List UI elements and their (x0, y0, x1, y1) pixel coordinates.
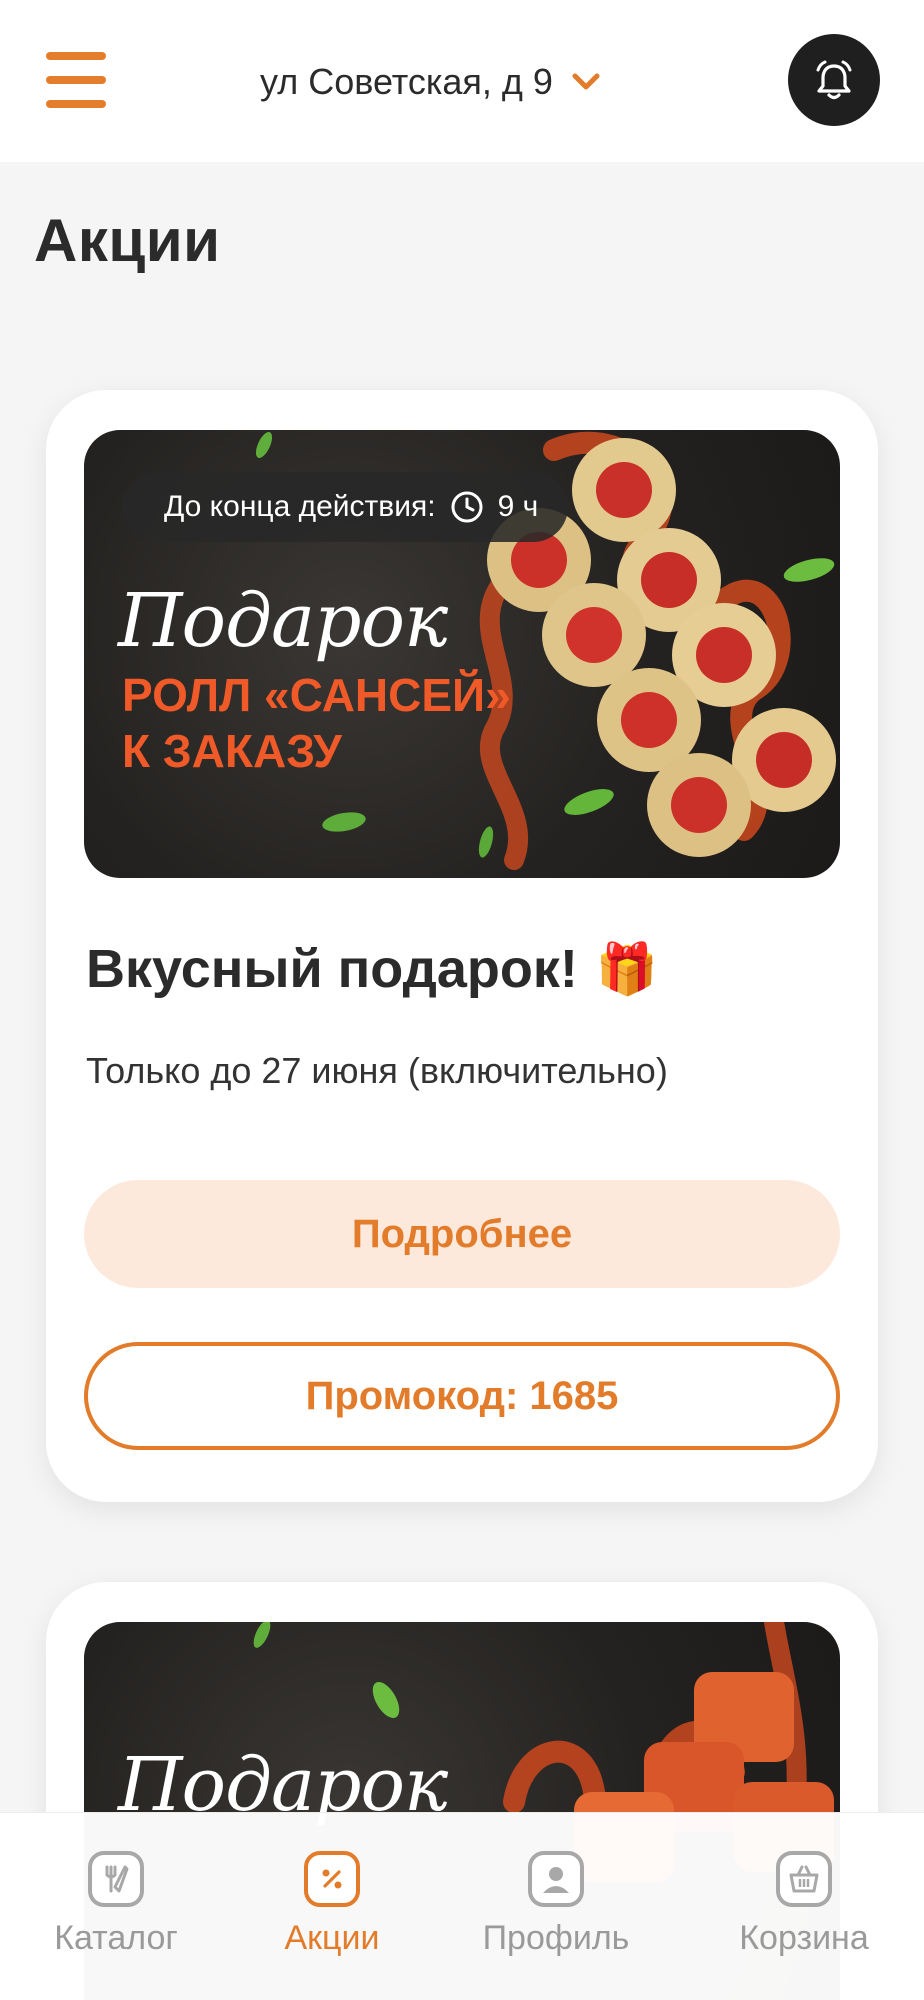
alarm-bell-icon (816, 60, 852, 100)
promo-card[interactable]: До конца действия: 9 ч Подарок РОЛЛ «САН… (46, 390, 878, 1502)
promo-code-button[interactable]: Промокод: 1685 (84, 1342, 840, 1450)
nav-label: Профиль (482, 1919, 630, 1957)
address-selector[interactable]: ул Советская, д 9 (260, 56, 601, 108)
menu-button[interactable] (46, 52, 106, 108)
address-text: ул Советская, д 9 (260, 61, 553, 102)
gift-icon: 🎁 (595, 939, 659, 998)
nav-item-cart[interactable]: Корзина (704, 1851, 904, 1981)
chevron-down-icon (572, 73, 600, 90)
notifications-button[interactable] (788, 34, 880, 126)
percent-icon (304, 1851, 360, 1907)
nav-item-promos[interactable]: Акции (232, 1851, 432, 1981)
promo-banner-image[interactable]: До конца действия: 9 ч Подарок РОЛЛ «САН… (84, 430, 840, 878)
banner-script-text: Подарок (118, 578, 448, 664)
user-icon (528, 1851, 584, 1907)
nav-label: Каталог (54, 1919, 178, 1957)
promo-title-text: Вкусный подарок! (86, 939, 578, 999)
promo-title: Вкусный подарок! 🎁 (86, 938, 658, 1000)
app-header: ул Советская, д 9 (0, 0, 924, 162)
hamburger-icon-bar (46, 100, 106, 108)
banner-headline: К ЗАКАЗУ (122, 725, 342, 777)
page-title: Акции (34, 207, 221, 274)
nav-label: Корзина (739, 1919, 869, 1957)
promo-subtitle: Только до 27 июня (включительно) (86, 1050, 668, 1091)
nav-item-profile[interactable]: Профиль (456, 1851, 656, 1981)
nav-label: Акции (284, 1919, 380, 1957)
clock-icon (451, 491, 483, 523)
banner-headline: РОЛЛ «САНСЕЙ» (122, 669, 511, 721)
bottom-navigation: Каталог Акции Профиль Корзина (0, 1812, 924, 2000)
timer-value: 9 ч (497, 490, 539, 523)
details-button[interactable]: Подробнее (84, 1180, 840, 1288)
hamburger-icon-bar (46, 76, 106, 84)
nav-item-catalog[interactable]: Каталог (16, 1851, 216, 1981)
basket-icon (776, 1851, 832, 1907)
fork-knife-icon (88, 1851, 144, 1907)
promo-timer: До конца действия: 9 ч (122, 472, 569, 542)
timer-label: До конца действия: (164, 490, 436, 523)
hamburger-icon-bar (46, 52, 106, 60)
